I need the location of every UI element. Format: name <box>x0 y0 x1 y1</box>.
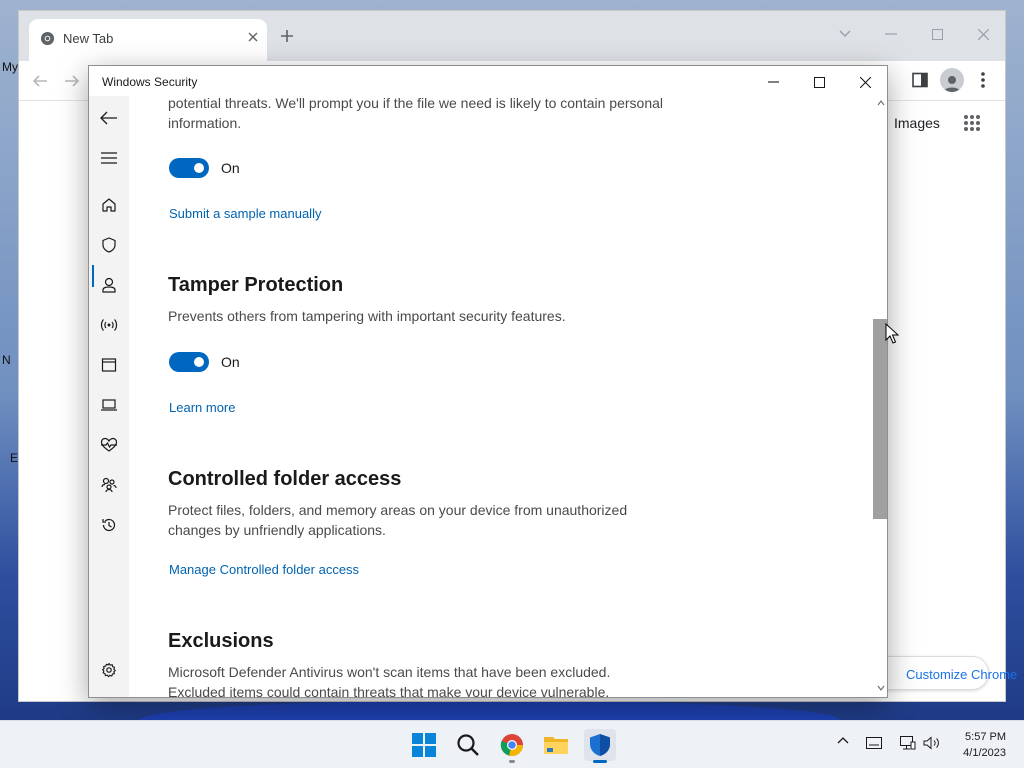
chrome-tab-new-tab[interactable]: New Tab <box>29 19 267 61</box>
images-link[interactable]: Images <box>894 115 940 131</box>
back-icon[interactable] <box>89 104 129 132</box>
forward-arrow-icon[interactable] <box>63 72 81 90</box>
customize-chrome-label: Customize Chrome <box>906 667 1018 682</box>
search-icon[interactable] <box>452 729 484 761</box>
show-hidden-icons-chevron-icon[interactable] <box>837 736 849 744</box>
scrollbar-thumb[interactable] <box>873 319 887 519</box>
shield-icon[interactable] <box>89 231 129 259</box>
settings-icon[interactable] <box>89 656 129 684</box>
desktop-icon-label[interactable]: E <box>10 451 18 465</box>
tamper-protection-heading: Tamper Protection <box>168 274 344 296</box>
submit-sample-link[interactable]: Submit a sample manually <box>169 206 321 221</box>
family-icon[interactable] <box>89 471 129 499</box>
exclusions-description: Microsoft Defender Antivirus won't scan … <box>168 664 611 698</box>
account-icon[interactable] <box>89 271 129 299</box>
running-indicator <box>509 760 515 763</box>
back-arrow-icon[interactable] <box>31 72 49 90</box>
side-panel-icon[interactable] <box>912 72 928 88</box>
network-icon[interactable] <box>900 736 916 750</box>
content-scrollbar[interactable] <box>873 96 887 697</box>
mouse-cursor-icon <box>885 323 899 345</box>
windows-security-window: Windows Security potential threats. We'l… <box>88 65 888 698</box>
home-icon[interactable] <box>89 191 129 219</box>
keyboard-layout-icon[interactable] <box>866 737 882 749</box>
exclusions-heading: Exclusions <box>168 630 274 652</box>
tamper-protection-description: Prevents others from tampering with impo… <box>168 308 566 324</box>
profile-avatar-icon[interactable] <box>940 68 964 92</box>
clock-date: 4/1/2023 <box>963 747 1006 759</box>
chrome-tab-title: New Tab <box>63 31 114 46</box>
controlled-folder-access-heading: Controlled folder access <box>168 468 402 490</box>
tamper-protection-toggle[interactable] <box>169 352 209 372</box>
chrome-minimize-icon[interactable] <box>874 19 908 49</box>
history-icon[interactable] <box>89 511 129 539</box>
toggle-state-label: On <box>221 160 240 176</box>
app-browser-icon[interactable] <box>89 351 129 379</box>
maximize-icon[interactable] <box>799 70 839 94</box>
manage-controlled-folder-access-link[interactable]: Manage Controlled folder access <box>169 562 359 577</box>
firewall-icon[interactable] <box>89 311 129 339</box>
close-icon[interactable] <box>845 70 885 94</box>
chrome-icon[interactable] <box>496 729 528 761</box>
controlled-folder-access-description: Protect files, folders, and memory areas… <box>168 502 628 538</box>
volume-icon[interactable] <box>923 736 941 750</box>
menu-icon[interactable] <box>89 144 129 172</box>
desktop-icon-label[interactable]: N <box>2 353 11 367</box>
chrome-maximize-icon[interactable] <box>920 19 954 49</box>
minimize-icon[interactable] <box>753 70 793 94</box>
new-tab-plus-icon[interactable] <box>279 28 295 44</box>
chrome-close-icon[interactable] <box>966 19 1000 49</box>
active-app-indicator <box>593 760 607 763</box>
cloud-description: potential threats. We'll prompt you if t… <box>168 96 664 131</box>
health-icon[interactable] <box>89 431 129 459</box>
taskbar-clock[interactable]: 5:57 PM 4/1/2023 <box>963 729 1006 761</box>
navigation-rail <box>89 96 129 697</box>
wallpaper-bloom <box>140 700 840 720</box>
device-icon[interactable] <box>89 391 129 419</box>
automatic-sample-toggle[interactable] <box>169 158 209 178</box>
scroll-up-icon[interactable] <box>877 100 885 106</box>
settings-content: potential threats. We'll prompt you if t… <box>129 96 873 698</box>
toggle-state-label: On <box>221 354 240 370</box>
more-menu-icon[interactable] <box>981 72 985 88</box>
clock-time: 5:57 PM <box>965 731 1006 743</box>
chrome-favicon-icon <box>40 31 55 46</box>
google-apps-icon[interactable] <box>963 114 981 132</box>
desktop-icon-label[interactable]: My <box>2 60 18 74</box>
windows-security-icon[interactable] <box>584 729 616 761</box>
chrome-tab-strip: New Tab <box>19 11 1005 61</box>
file-explorer-icon[interactable] <box>540 729 572 761</box>
tab-search-chevron-icon[interactable] <box>828 19 862 49</box>
customize-chrome-button[interactable]: Customize Chrome <box>871 656 1017 690</box>
scroll-down-icon[interactable] <box>877 685 885 691</box>
tab-close-icon[interactable] <box>247 31 259 43</box>
taskbar: 5:57 PM 4/1/2023 <box>0 720 1024 768</box>
learn-more-link[interactable]: Learn more <box>169 400 235 415</box>
windows-start-icon[interactable] <box>408 729 440 761</box>
window-title: Windows Security <box>102 75 198 89</box>
